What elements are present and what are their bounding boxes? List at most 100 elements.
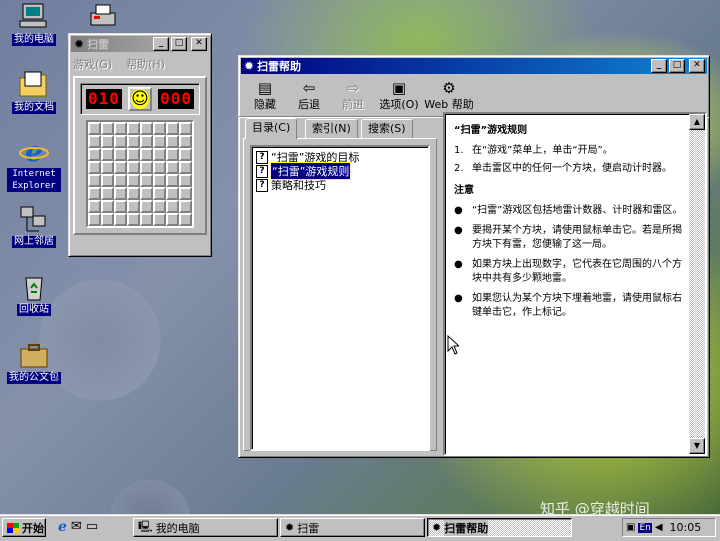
mine-cell[interactable] (153, 174, 166, 187)
start-button[interactable]: 开始 (2, 518, 46, 537)
toolbar-web-help-button[interactable]: ⚙ Web 帮助 (423, 78, 475, 112)
mine-cell[interactable] (114, 187, 127, 200)
mine-cell[interactable] (140, 135, 153, 148)
mine-cell[interactable] (114, 148, 127, 161)
toolbar-forward-button[interactable]: ⇨ 前进 (331, 78, 375, 112)
scroll-up-button[interactable]: ▲ (689, 114, 705, 130)
topic-item-selected[interactable]: ? “扫雷”游戏规则 (256, 162, 424, 180)
topic-item[interactable]: ? “扫雷”游戏的目标 (256, 150, 424, 164)
mine-cell[interactable] (88, 148, 101, 161)
mine-cell[interactable] (101, 187, 114, 200)
mine-cell[interactable] (114, 174, 127, 187)
mine-cell[interactable] (179, 148, 192, 161)
mine-cell[interactable] (114, 213, 127, 226)
mine-cell[interactable] (166, 213, 179, 226)
mine-cell[interactable] (153, 187, 166, 200)
desktop-icon-internet-explorer[interactable]: e Internet Explorer (1, 136, 67, 192)
printer-icon[interactable] (88, 3, 118, 31)
mine-cell[interactable] (88, 187, 101, 200)
volume-icon[interactable]: ◀ (655, 522, 663, 533)
mine-cell[interactable] (179, 135, 192, 148)
show-desktop-icon[interactable]: ▭ (86, 519, 98, 535)
clock[interactable]: 10:05 (670, 521, 702, 534)
desktop-icon-my-computer[interactable]: 我的电脑 (1, 2, 67, 46)
topic-item[interactable]: ? 策略和技巧 (256, 178, 424, 192)
tab-contents[interactable]: 目录(C) (245, 118, 298, 139)
mine-cell[interactable] (101, 174, 114, 187)
mine-cell[interactable] (88, 122, 101, 135)
mine-cell[interactable] (140, 213, 153, 226)
mine-cell[interactable] (166, 200, 179, 213)
mine-cell[interactable] (140, 161, 153, 174)
minesweeper-titlebar[interactable]: ✹ 扫雷 _ □ ✕ (71, 36, 209, 52)
mine-cell[interactable] (88, 174, 101, 187)
mine-cell[interactable] (166, 148, 179, 161)
outlook-express-icon[interactable]: ✉ (71, 519, 82, 535)
taskbar-task-my-computer[interactable]: 🖳 我的电脑 (133, 518, 278, 537)
mine-cell[interactable] (179, 213, 192, 226)
taskbar-task-minesweeper[interactable]: ✹ 扫雷 (280, 518, 425, 537)
mine-cell[interactable] (179, 174, 192, 187)
mine-cell[interactable] (88, 161, 101, 174)
desktop-icon-recycle-bin[interactable]: 回收站 (1, 272, 67, 316)
monitor-icon[interactable]: ▣ (626, 522, 635, 533)
toolbar-hide-button[interactable]: ▤ 隐藏 (243, 78, 287, 112)
desktop-icon-network-neighborhood[interactable]: 网上邻居 (1, 204, 67, 248)
mine-cell[interactable] (179, 200, 192, 213)
mine-cell[interactable] (166, 161, 179, 174)
mine-cell[interactable] (153, 161, 166, 174)
mine-cell[interactable] (101, 135, 114, 148)
mine-cell[interactable] (166, 135, 179, 148)
close-button[interactable]: ✕ (689, 59, 705, 73)
mine-cell[interactable] (88, 213, 101, 226)
smiley-button[interactable]: ☺ (128, 87, 152, 111)
toolbar-options-button[interactable]: ▣ 选项(O) (375, 78, 423, 112)
mine-cell[interactable] (140, 122, 153, 135)
mine-cell[interactable] (114, 200, 127, 213)
desktop-icon-my-documents[interactable]: 我的文档 (1, 70, 67, 114)
maximize-button[interactable]: □ (669, 59, 685, 73)
mine-cell[interactable] (140, 174, 153, 187)
vertical-scrollbar[interactable]: ▲ ▼ (689, 114, 705, 454)
mine-cell[interactable] (114, 135, 127, 148)
mine-cell[interactable] (166, 187, 179, 200)
tab-index[interactable]: 索引(N) (305, 119, 358, 138)
mine-cell[interactable] (140, 187, 153, 200)
mine-cell[interactable] (127, 122, 140, 135)
mine-cell[interactable] (127, 200, 140, 213)
mine-cell[interactable] (166, 174, 179, 187)
mine-cell[interactable] (114, 122, 127, 135)
mine-cell[interactable] (127, 187, 140, 200)
tab-search[interactable]: 搜索(S) (361, 119, 413, 138)
mine-cell[interactable] (101, 148, 114, 161)
mine-cell[interactable] (114, 161, 127, 174)
internet-explorer-icon[interactable]: e (58, 519, 67, 535)
desktop-icon-briefcase[interactable]: 我的公文包 (1, 340, 67, 384)
mine-cell[interactable] (153, 200, 166, 213)
mine-cell[interactable] (127, 213, 140, 226)
maximize-button[interactable]: □ (171, 37, 187, 51)
mine-cell[interactable] (127, 161, 140, 174)
mine-cell[interactable] (179, 187, 192, 200)
ime-indicator[interactable]: En (638, 522, 652, 533)
mine-cell[interactable] (153, 213, 166, 226)
menu-help[interactable]: 帮助(H) (126, 56, 165, 72)
minimize-button[interactable]: _ (153, 37, 169, 51)
mine-cell[interactable] (140, 200, 153, 213)
mine-cell[interactable] (101, 161, 114, 174)
mine-cell[interactable] (153, 135, 166, 148)
mine-cell[interactable] (101, 213, 114, 226)
close-button[interactable]: ✕ (191, 37, 207, 51)
mine-cell[interactable] (179, 161, 192, 174)
mine-cell[interactable] (166, 122, 179, 135)
taskbar-task-minesweeper-help[interactable]: ✹ 扫雷帮助 (427, 518, 572, 537)
help-titlebar[interactable]: ✹ 扫雷帮助 _ □ ✕ (241, 58, 707, 74)
mine-cell[interactable] (88, 135, 101, 148)
menu-game[interactable]: 游戏(G) (73, 56, 112, 72)
mine-cell[interactable] (140, 148, 153, 161)
mine-cell[interactable] (88, 200, 101, 213)
mine-cell[interactable] (127, 135, 140, 148)
mine-cell[interactable] (101, 122, 114, 135)
mine-cell[interactable] (127, 174, 140, 187)
mine-cell[interactable] (153, 122, 166, 135)
